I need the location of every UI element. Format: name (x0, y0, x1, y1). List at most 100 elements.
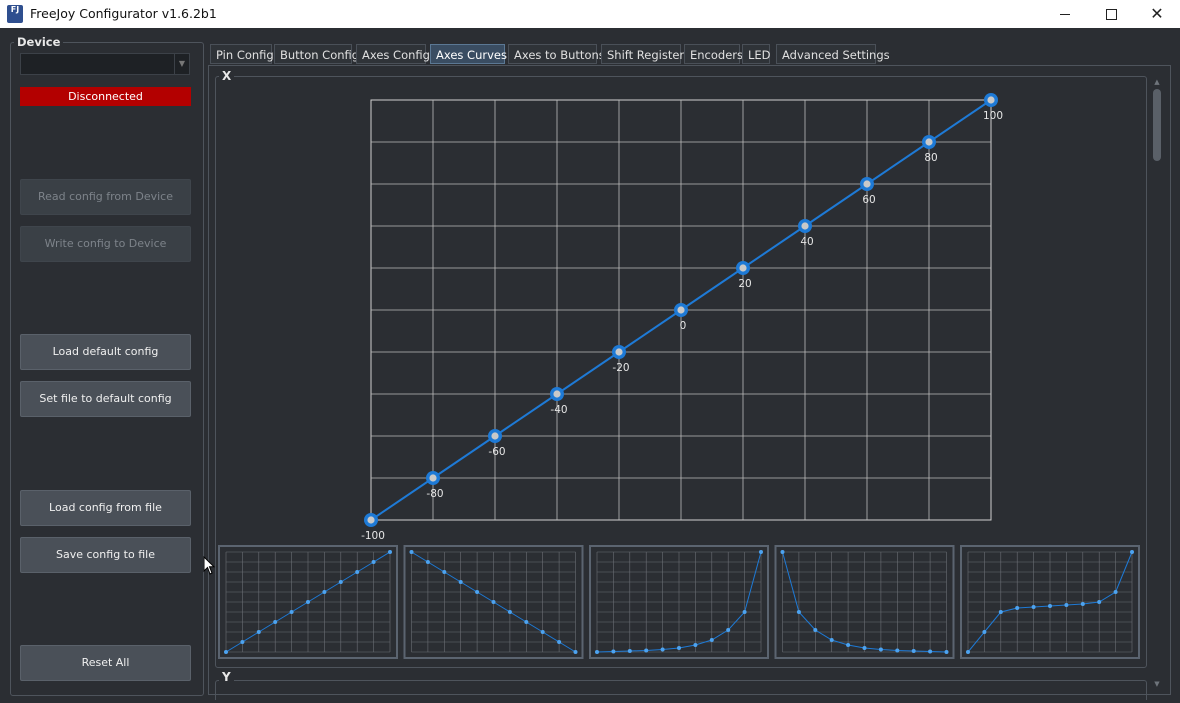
preset-curve-point (224, 650, 228, 654)
curve-point-label: -80 (426, 488, 443, 500)
preset-curve-point (355, 570, 360, 574)
preset-curve-point (895, 648, 900, 653)
preset-curve-point (524, 620, 529, 624)
minimize-button[interactable] (1042, 0, 1088, 28)
scroll-down-icon[interactable]: ▼ (1151, 678, 1163, 690)
mouse-cursor-icon (203, 556, 215, 575)
read-config-button[interactable]: Read config from Device (20, 179, 191, 215)
chevron-down-icon: ▼ (174, 54, 189, 74)
preset-curve-point (693, 643, 698, 647)
preset-curve-point (966, 650, 970, 654)
preset-curve-point (1031, 605, 1036, 609)
curve-preset-5[interactable] (960, 545, 1140, 659)
preset-curve-point (813, 628, 818, 632)
close-button[interactable]: ✕ (1134, 0, 1180, 28)
curve-point-inner (553, 390, 561, 398)
device-group-title: Device (14, 35, 64, 49)
curve-point[interactable] (984, 93, 998, 107)
preset-curve-point (862, 646, 867, 650)
tab-pin-config[interactable]: Pin Config (210, 44, 274, 64)
curve-point[interactable] (612, 345, 626, 359)
curve-point-label: -100 (361, 530, 385, 542)
load-config-file-button[interactable]: Load config from file (20, 490, 191, 526)
preset-curve-point (1130, 550, 1134, 554)
curve-point-label: -60 (488, 446, 505, 458)
tab-button-config[interactable]: Button Config (274, 44, 359, 64)
axis-y-group (215, 680, 1147, 700)
app-icon: FJ (7, 5, 23, 23)
tab-axes-curves[interactable]: Axes Curves (430, 44, 507, 64)
preset-curve-point (256, 630, 261, 634)
device-select[interactable]: ▼ (20, 53, 190, 75)
curve-point-label: 80 (924, 152, 937, 164)
preset-curve-point (726, 628, 731, 632)
curve-point-inner (863, 180, 871, 188)
curve-preset-1[interactable] (218, 545, 398, 659)
curve-point-inner (615, 348, 623, 356)
curve-point[interactable] (364, 513, 378, 527)
curve-point-inner (801, 222, 809, 230)
tab-axes-config[interactable]: Axes Config (356, 44, 430, 64)
curve-point-inner (367, 516, 375, 524)
preset-curve-point (338, 580, 343, 584)
preset-curve-point (829, 638, 834, 642)
tab-encoders[interactable]: Encoders (684, 44, 743, 64)
curve-point-inner (739, 264, 747, 272)
curve-point[interactable] (550, 387, 564, 401)
preset-curve-point (442, 570, 447, 574)
curve-point[interactable] (922, 135, 936, 149)
curve-preset-2[interactable] (403, 545, 584, 659)
preset-curve-point (796, 610, 801, 614)
curve-point[interactable] (798, 219, 812, 233)
curve-point[interactable] (426, 471, 440, 485)
preset-curve-point (557, 640, 562, 644)
set-default-config-button[interactable]: Set file to default config (20, 381, 191, 417)
tab-advanced-settings[interactable]: Advanced Settings (776, 44, 890, 64)
load-default-config-button[interactable]: Load default config (20, 334, 191, 370)
curve-point[interactable] (674, 303, 688, 317)
scroll-thumb[interactable] (1153, 89, 1161, 161)
preset-curve-point (611, 649, 616, 654)
curve-preset-4[interactable] (774, 545, 955, 659)
maximize-button[interactable] (1088, 0, 1134, 28)
preset-curve-point (846, 643, 851, 647)
preset-curve-point (1080, 602, 1085, 606)
curve-point[interactable] (488, 429, 502, 443)
curve-point-inner (987, 96, 995, 104)
preset-curve-point (507, 610, 512, 614)
preset-curve-point (573, 650, 578, 654)
curve-point-label: -20 (612, 362, 629, 374)
connection-status-badge: Disconnected (20, 87, 191, 106)
tab-shift-registers[interactable]: Shift Registers (601, 44, 690, 64)
axis-x-curve-chart[interactable]: -100 -80 -60 -40 -20 0 20 40 60 80 100 (355, 88, 1015, 548)
preset-curve-point (660, 647, 665, 652)
curve-point[interactable] (736, 261, 750, 275)
preset-curve-point (458, 580, 463, 584)
preset-curve-point (475, 590, 480, 594)
preset-curve-point (409, 550, 414, 554)
panel-scrollbar[interactable]: ▲ ▼ (1151, 76, 1163, 690)
preset-curve-point (944, 650, 949, 654)
write-config-button[interactable]: Write config to Device (20, 226, 191, 262)
curve-preset-3[interactable] (589, 545, 769, 659)
preset-curve-point (1097, 600, 1102, 604)
preset-curve-point (306, 600, 310, 604)
curve-point-inner (429, 474, 437, 482)
preset-curve-point (371, 560, 376, 564)
tab-led[interactable]: LED (742, 44, 771, 64)
preset-curve-point (644, 648, 649, 653)
reset-all-button[interactable]: Reset All (20, 645, 191, 681)
preset-curve-point (759, 550, 763, 554)
curve-point-label: 60 (862, 194, 875, 206)
curve-point-inner (925, 138, 933, 146)
save-config-file-button[interactable]: Save config to file (20, 537, 191, 573)
curve-presets (218, 545, 1140, 659)
curve-point-label: 20 (738, 278, 751, 290)
preset-curve-point (273, 620, 278, 624)
preset-curve-point (1113, 590, 1118, 594)
curve-point[interactable] (860, 177, 874, 191)
scroll-up-icon[interactable]: ▲ (1151, 76, 1163, 88)
preset-curve-point (388, 550, 392, 554)
tab-axes-to-buttons[interactable]: Axes to Buttons (508, 44, 605, 64)
preset-curve-point (1048, 604, 1052, 608)
